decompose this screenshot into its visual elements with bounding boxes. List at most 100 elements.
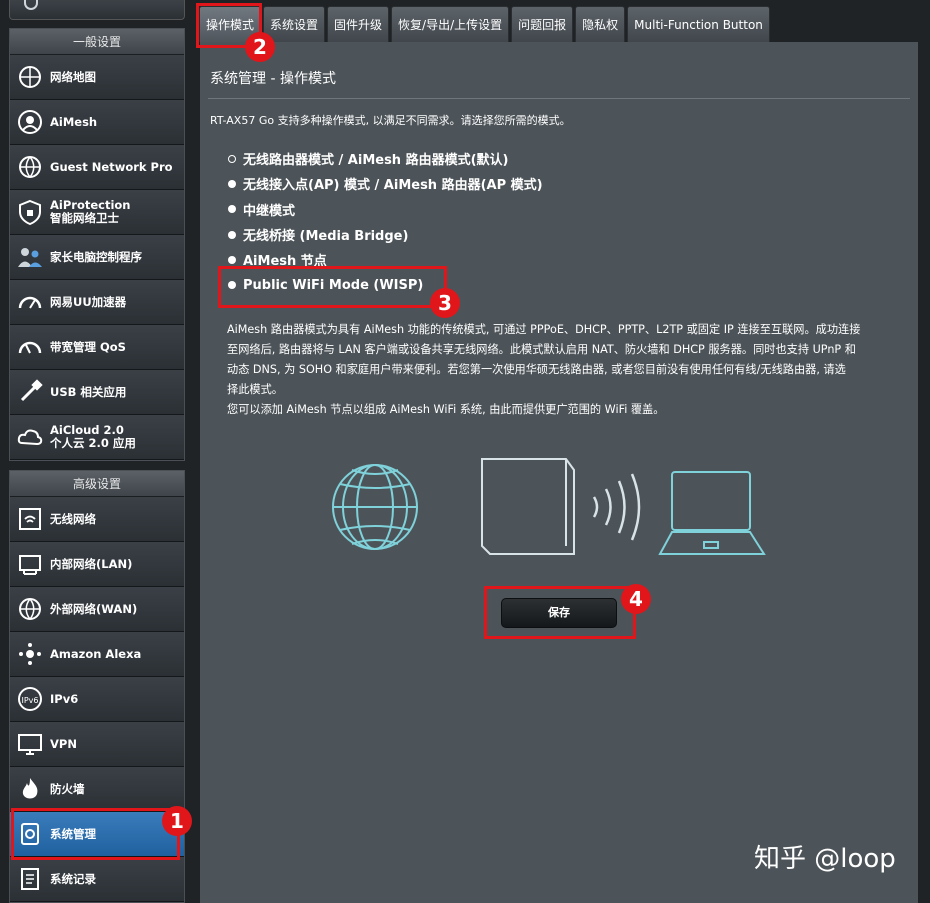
internet-globe-icon [332,464,418,550]
speedometer-icon [16,333,44,361]
explanation-line: 择此模式。 [227,383,283,396]
sidebar-item-advanced-5[interactable]: VPN [10,722,184,767]
sidebar-item-general-0[interactable]: 网络地图 [10,55,184,100]
mode-radio[interactable] [228,179,236,188]
usb-icon [16,378,44,406]
network-map-icon [16,63,44,91]
explanation-line: 您可以添加 AiMesh 节点以组成 AiMesh WiFi 系统, 由此而提供… [227,403,665,416]
guest-network-icon [16,153,44,181]
wifi-icon [16,505,44,533]
sidebar-item-label: 带宽管理 QoS [50,339,126,354]
sidebar-item-label: 内部网络(LAN) [50,556,133,571]
sidebar-item-advanced-6[interactable]: 防火墙 [10,767,184,812]
gauge-icon [16,288,44,316]
sidebar-item-general-7[interactable]: USB 相关应用 [10,370,184,415]
sidebar-item-label: USB 相关应用 [50,384,127,399]
general-settings-group: 一般设置 网络地图 AiMesh Guest Network Pro AiProtec… [9,28,185,461]
page-description: RT-AX57 Go 支持多种操作模式, 以满足不同需求。请选择您所需的模式。 [210,114,571,127]
mode-radio[interactable] [228,230,236,239]
mode-radio[interactable] [228,205,236,214]
sidebar-item-advanced-1[interactable]: 内部网络(LAN) [10,542,184,587]
general-settings-heading: 一般设置 [10,29,184,55]
operation-mode-panel: 系统管理 - 操作模式 RT-AX57 Go 支持多种操作模式, 以满足不同需求… [200,42,918,903]
sidebar-item-label: VPN [50,736,77,751]
sidebar-item-label: AiCloud 2.0 个人云 2.0 应用 [50,423,136,450]
annotation-number-2: 2 [245,32,275,62]
wireless-waves-icon [592,473,641,541]
sidebar-item-label: AiProtection 智能网络卫士 [50,198,131,225]
tab-bar: 操作模式 系统设置 固件升级 恢复/导出/上传设置 问题回报 隐私权 Multi-Funct… [199,6,770,42]
sidebar-item-label: AiMesh [50,114,98,129]
annotation-number-1: 1 [162,806,192,836]
mode-radio[interactable] [228,154,236,163]
mode-option[interactable]: 无线桥接 (Media Bridge) [228,222,543,247]
title-divider [208,98,910,99]
mode-option-label: 无线接入点(AP) 模式 / AiMesh 路由器(AP 模式) [243,178,543,194]
sidebar-item-advanced-3[interactable]: Amazon Alexa [10,632,184,677]
mode-radio[interactable] [228,255,236,264]
firewall-icon [16,775,44,803]
sidebar-item-label: IPv6 [50,691,79,706]
annotation-number-4: 4 [621,584,651,614]
sidebar-item-general-1[interactable]: AiMesh [10,100,184,145]
annotation-box-1 [11,808,180,860]
page-title: 系统管理 - 操作模式 [210,71,336,87]
sidebar-item-label: Amazon Alexa [50,646,142,661]
sidebar-item-general-4[interactable]: 家长电脑控制程序 [10,235,184,280]
globe-icon [16,595,44,623]
sidebar-item-label: 网络地图 [50,69,96,84]
alexa-icon [16,640,44,668]
sidebar-item-label: 外部网络(WAN) [50,601,138,616]
sidebar-item-general-2[interactable]: Guest Network Pro [10,145,184,190]
annotation-box-3 [218,266,447,308]
mode-option[interactable]: 中继模式 [228,197,543,222]
log-icon [16,865,44,893]
mode-option-label: 无线路由器模式 / AiMesh 路由器模式(默认) [243,153,509,169]
shield-icon [16,198,44,226]
tab-1[interactable]: 系统设置 [263,6,326,42]
sidebar: 一般设置 网络地图 AiMesh Guest Network Pro AiProtec… [0,0,195,903]
aimesh-icon [16,108,44,136]
sidebar-item-label: 网易UU加速器 [50,294,127,309]
tab-5[interactable]: 隐私权 [575,6,626,42]
sidebar-item-advanced-8[interactable]: 系统记录 [10,857,184,902]
sidebar-item-advanced-0[interactable]: 无线网络 [10,497,184,542]
sidebar-item-label: 系统记录 [50,871,96,886]
tab-6[interactable]: Multi-Function Button [627,6,770,42]
sidebar-item-advanced-4[interactable]: IPv6 IPv6 [10,677,184,722]
mode-option-label: 中继模式 [243,203,296,219]
tab-4[interactable]: 问题回报 [511,6,574,42]
laptop-icon [658,471,766,555]
mode-option[interactable]: 无线接入点(AP) 模式 / AiMesh 路由器(AP 模式) [228,171,543,196]
cloud-icon [16,423,44,451]
sidebar-item-general-8[interactable]: AiCloud 2.0 个人云 2.0 应用 [10,415,184,460]
mode-diagram [332,458,766,555]
sidebar-item-label: 家长电脑控制程序 [50,249,142,264]
annotation-number-3: 3 [430,288,460,318]
sidebar-item-general-5[interactable]: 网易UU加速器 [10,280,184,325]
sidebar-top-item[interactable] [9,0,185,20]
explanation-line: 至网络后, 路由器将与 LAN 客户端或设备共享无线网络。此模式默认启用 NAT… [227,343,856,356]
advanced-settings-heading: 高级设置 [10,471,184,497]
watermark: 知乎 @loop [754,844,896,874]
sidebar-item-label: Guest Network Pro [50,159,173,174]
tab-3[interactable]: 恢复/导出/上传设置 [391,6,510,42]
lan-icon [16,550,44,578]
sidebar-item-label: 无线网络 [50,511,96,526]
mode-explanation: AiMesh 路由器模式为具有 AiMesh 功能的传统模式, 可通过 PPPo… [227,320,897,420]
annotation-box-4 [484,586,636,639]
explanation-line: AiMesh 路由器模式为具有 AiMesh 功能的传统模式, 可通过 PPPo… [227,323,861,336]
vpn-icon [16,730,44,758]
router-admin-page: 一般设置 网络地图 AiMesh Guest Network Pro AiProtec… [0,0,930,903]
mode-option-label: 无线桥接 (Media Bridge) [243,229,409,245]
ipv6-icon: IPv6 [16,685,44,713]
mode-option[interactable]: 无线路由器模式 / AiMesh 路由器模式(默认) [228,146,543,171]
sidebar-item-advanced-2[interactable]: 外部网络(WAN) [10,587,184,632]
family-icon [16,243,44,271]
sidebar-item-general-3[interactable]: AiProtection 智能网络卫士 [10,190,184,235]
explanation-line: 动态 DNS, 为 SOHO 和家庭用户带来便利。若您第一次使用华硕无线路由器,… [227,363,846,376]
sidebar-item-general-6[interactable]: 带宽管理 QoS [10,325,184,370]
tab-2[interactable]: 固件升级 [327,6,390,42]
svg-text:IPv6: IPv6 [21,696,38,705]
router-device-icon [481,458,575,555]
